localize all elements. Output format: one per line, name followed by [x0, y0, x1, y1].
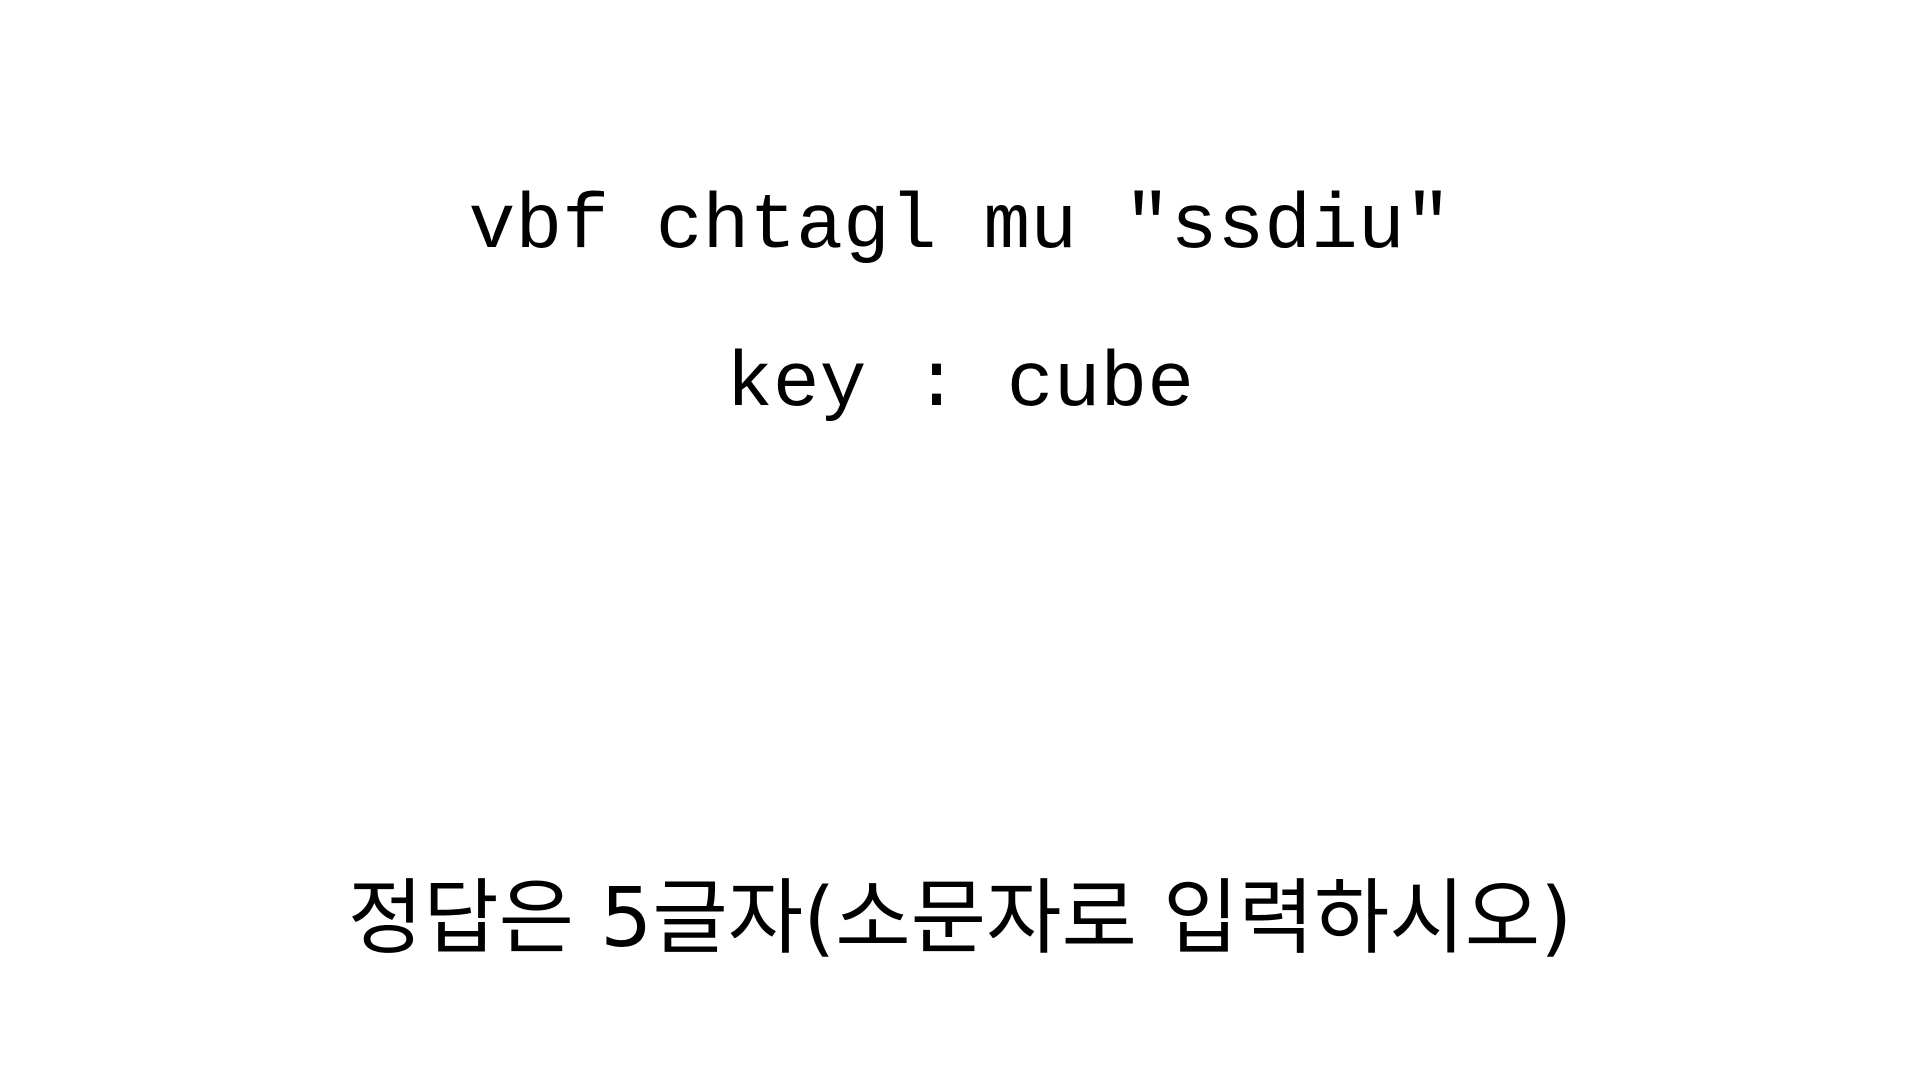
- key-text: key : cube: [725, 341, 1195, 429]
- answer-hint-text: 정답은 5글자(소문자로 입력하시오): [347, 871, 1573, 966]
- slide-canvas: vbf chtagl mu "ssdiu" key : cube 정답은 5글자…: [0, 0, 1920, 1080]
- cipher-text: vbf chtagl mu "ssdiu": [468, 183, 1452, 271]
